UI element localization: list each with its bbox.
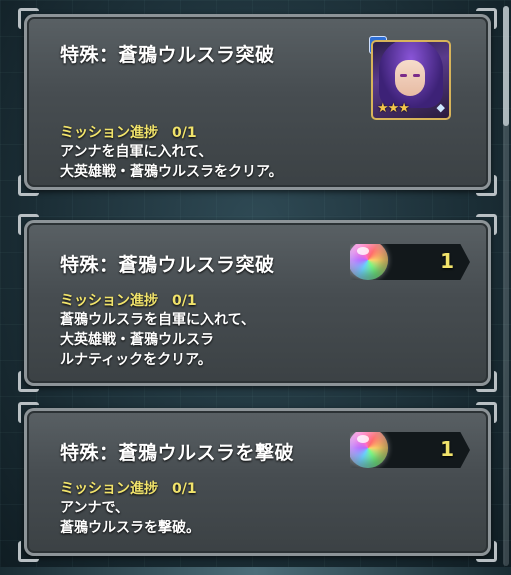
description-line: 大英雄戦・蒼鴉ウルスラをクリア。 bbox=[60, 164, 283, 180]
reward-count: 1 bbox=[440, 437, 454, 461]
progress-value: 0/1 bbox=[172, 293, 197, 309]
mission-title: 特殊：蒼鴉ウルスラ突破 bbox=[60, 44, 275, 66]
orb-icon bbox=[350, 432, 388, 468]
orb-reward[interactable]: 1 bbox=[350, 432, 470, 468]
mission-description: アンナを自軍に入れて、 大英雄戦・蒼鴉ウルスラをクリア。 bbox=[60, 142, 283, 182]
description-line: アンナを自軍に入れて、 bbox=[60, 144, 213, 160]
frame-corner bbox=[476, 214, 497, 235]
progress-label: ミッション進捗 bbox=[60, 293, 158, 309]
scrollbar[interactable] bbox=[503, 6, 509, 566]
mission-title: 特殊：蒼鴉ウルスラ突破 bbox=[60, 254, 275, 276]
description-line: 大英雄戦・蒼鴉ウルスラ bbox=[60, 332, 214, 348]
frame-corner bbox=[18, 541, 39, 562]
scrollbar-thumb[interactable] bbox=[503, 6, 509, 126]
progress-label: ミッション進捗 bbox=[60, 481, 158, 497]
gem-icon: ◆ bbox=[436, 101, 445, 114]
mission-card-2[interactable]: 特殊：蒼鴉ウルスラ突破 1 ミッション進捗 0/1 蒼鴉ウルスラを自軍に入れて、 … bbox=[18, 214, 497, 392]
progress-value: 0/1 bbox=[172, 125, 197, 141]
rarity-stars-icon: ★★★ bbox=[377, 101, 410, 116]
frame-corner bbox=[476, 402, 497, 423]
mission-title: 特殊：蒼鴉ウルスラを撃破 bbox=[60, 442, 295, 464]
description-line: 蒼鴉ウルスラを撃破。 bbox=[60, 520, 200, 536]
reward-count: 1 bbox=[440, 249, 454, 273]
footer-edge bbox=[0, 567, 511, 575]
description-line: 蒼鴉ウルスラを自軍に入れて、 bbox=[60, 312, 255, 328]
mission-progress: ミッション進捗 0/1 bbox=[60, 478, 197, 498]
progress-value: 0/1 bbox=[172, 481, 197, 497]
progress-label: ミッション進捗 bbox=[60, 125, 158, 141]
mission-card-1[interactable]: 特殊：蒼鴉ウルスラ突破 ★★★ ◆ ミッション進捗 0/1 アンナを自軍に入れて、… bbox=[18, 8, 497, 196]
description-line: ルナティックをクリア。 bbox=[60, 352, 212, 368]
frame-corner bbox=[18, 175, 39, 196]
hero-reward-portrait[interactable]: ★★★ ◆ bbox=[371, 40, 451, 120]
mission-progress: ミッション進捗 0/1 bbox=[60, 290, 197, 310]
frame-corner bbox=[18, 371, 39, 392]
orb-icon bbox=[350, 244, 388, 280]
mission-card-3[interactable]: 特殊：蒼鴉ウルスラを撃破 1 ミッション進捗 0/1 アンナで、 蒼鴉ウルスラを撃… bbox=[18, 402, 497, 562]
description-line: アンナで、 bbox=[60, 500, 129, 516]
mission-description: 蒼鴉ウルスラを自軍に入れて、 大英雄戦・蒼鴉ウルスラ ルナティックをクリア。 bbox=[60, 310, 255, 370]
hero-face bbox=[395, 60, 425, 96]
mission-progress: ミッション進捗 0/1 bbox=[60, 122, 197, 142]
frame-corner bbox=[476, 8, 497, 29]
hero-eye bbox=[413, 74, 420, 77]
hero-eye bbox=[400, 74, 407, 77]
mission-description: アンナで、 蒼鴉ウルスラを撃破。 bbox=[60, 498, 200, 538]
orb-reward[interactable]: 1 bbox=[350, 244, 470, 280]
